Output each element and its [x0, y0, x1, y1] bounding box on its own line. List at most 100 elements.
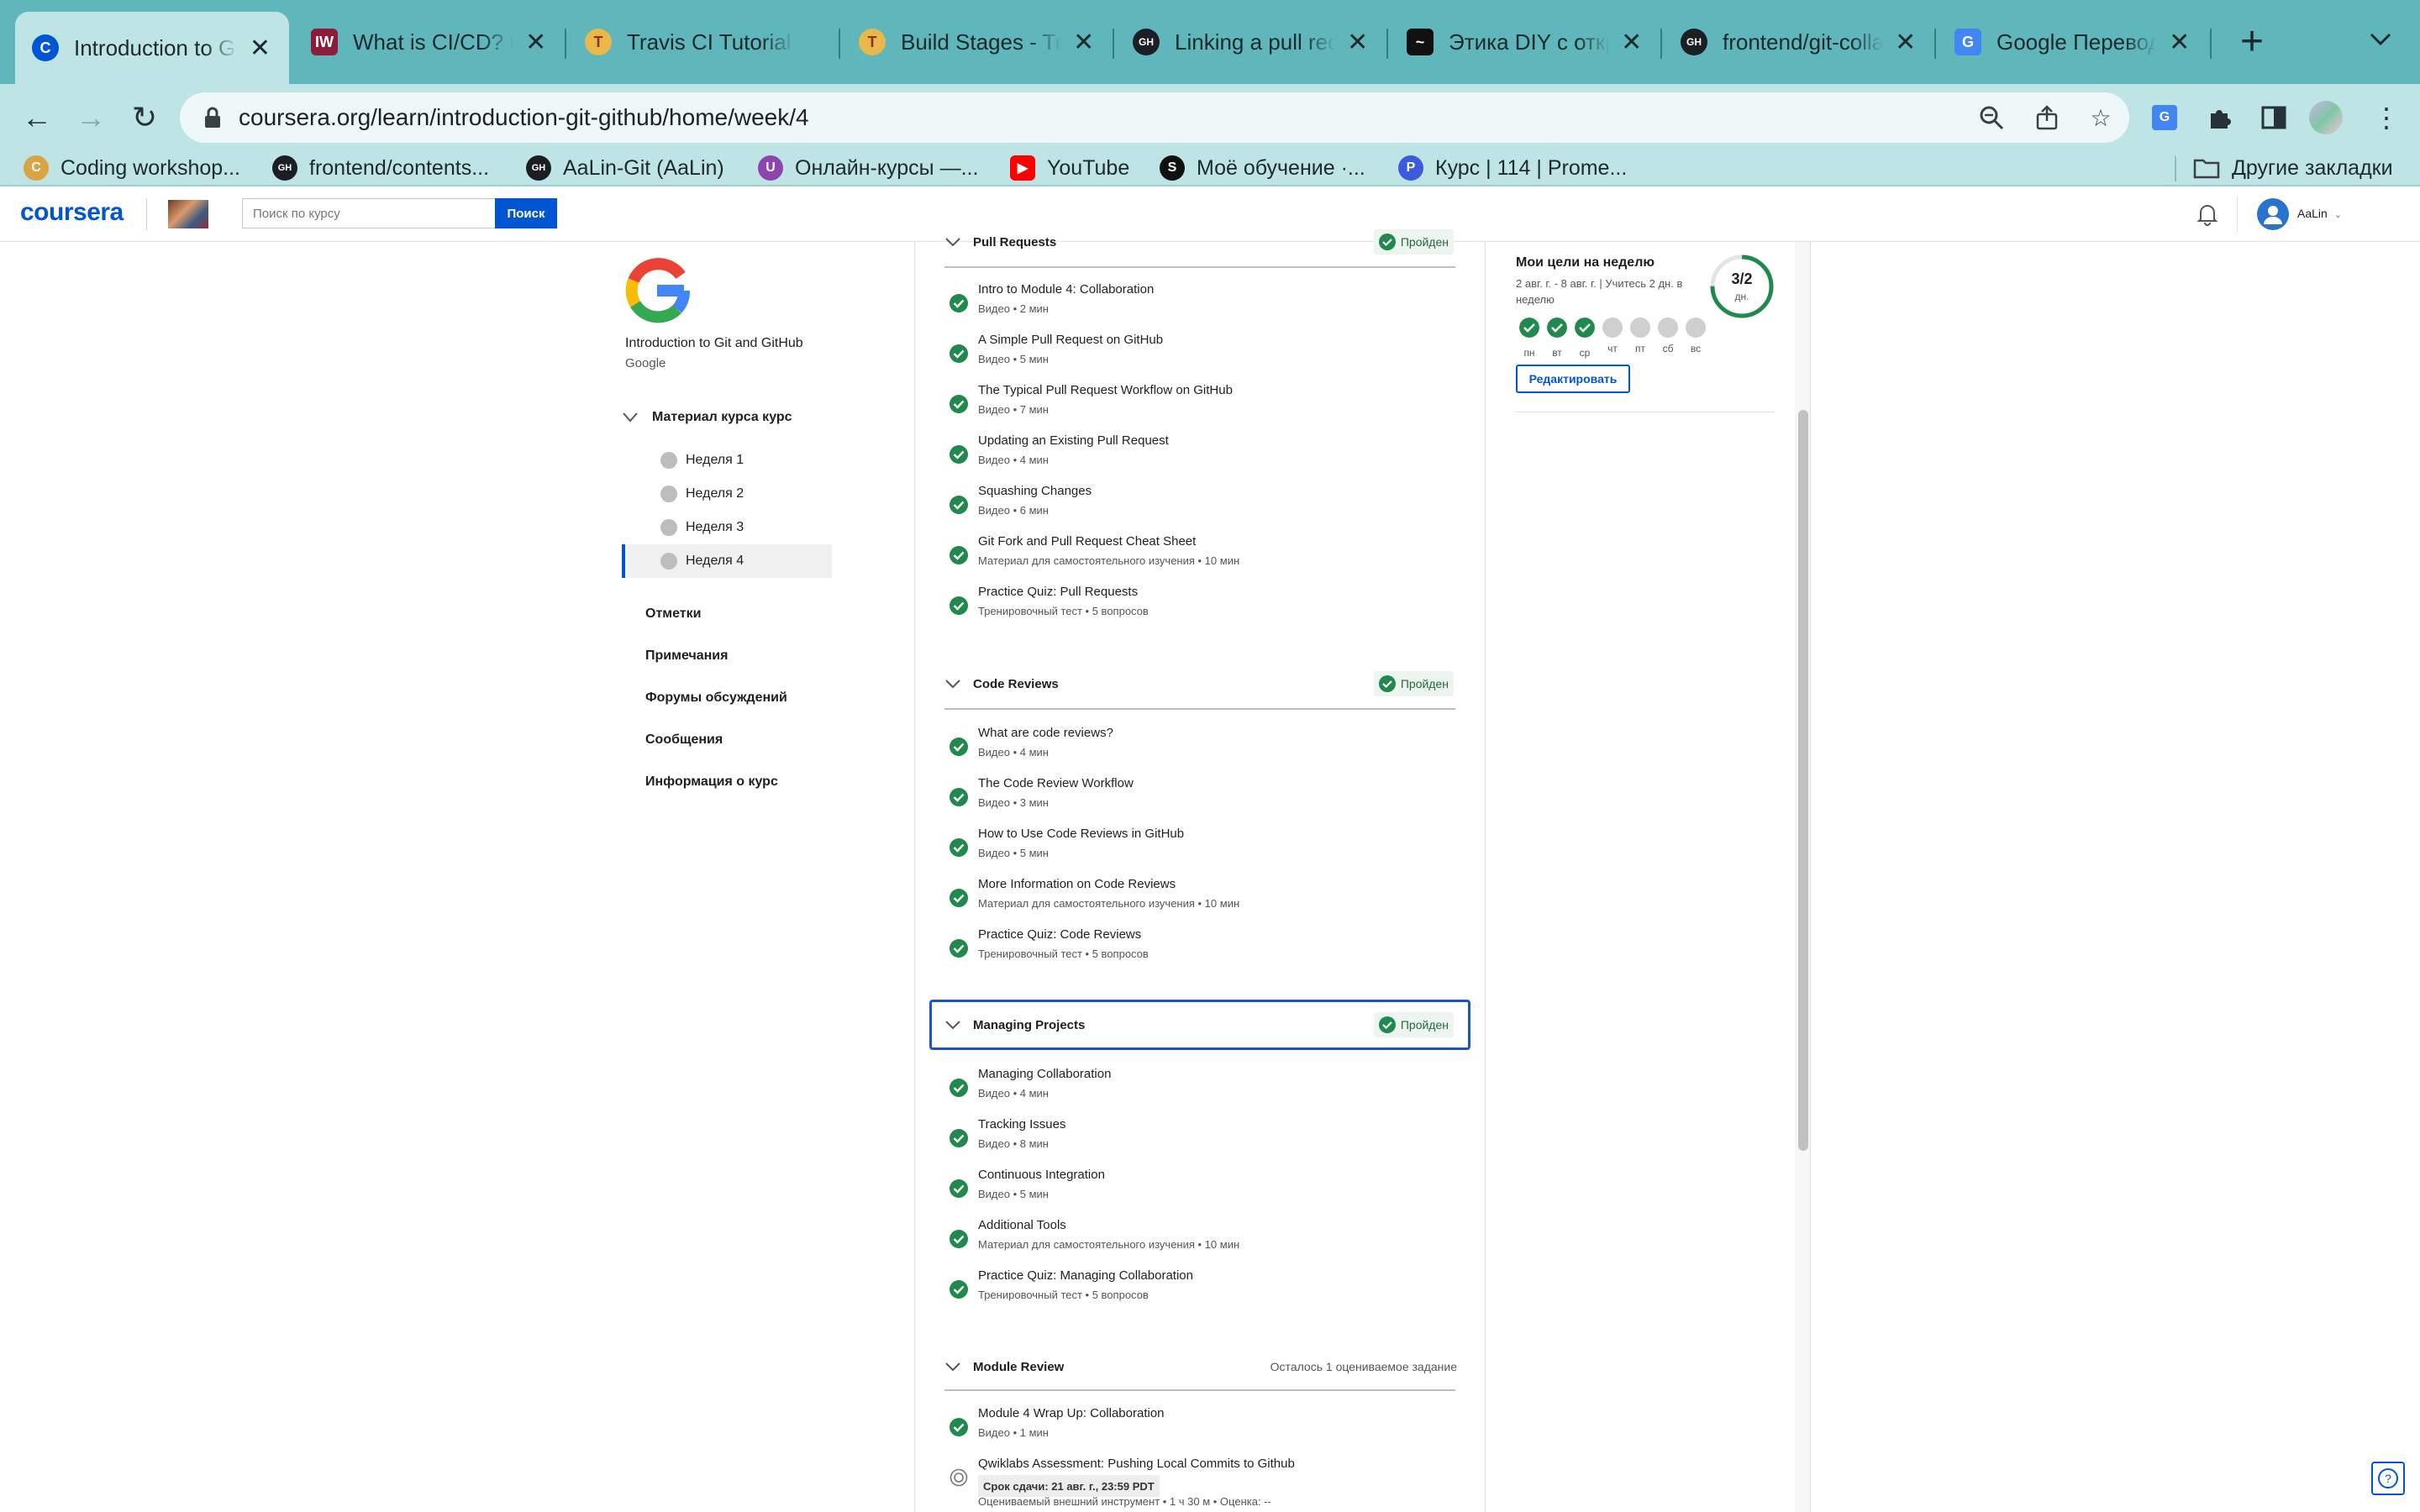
day-label: вс [1690, 343, 1702, 354]
item-tracking-issues[interactable]: Tracking Issues Видео • 8 мин [944, 1117, 1449, 1159]
nav-week-3[interactable]: Неделя 3 [622, 511, 832, 544]
chevron-down-icon [945, 1021, 960, 1030]
extensions-puzzle-icon[interactable] [2203, 101, 2237, 134]
item-squashing-changes[interactable]: Squashing Changes Видео • 6 мин [944, 484, 1449, 526]
bookmark-my-learning[interactable]: S Моё обучение ·... [1160, 151, 1365, 185]
item-what-are-code-reviews[interactable]: What are code reviews? Видео • 4 мин [944, 726, 1449, 768]
tab-google-translate[interactable]: G Google Переводчик ✕ [1938, 12, 2208, 72]
tab-separator [2210, 29, 2212, 59]
bookmark-coding-workshop[interactable]: C Coding workshop... [24, 151, 240, 185]
nav-notes[interactable]: Примечания [645, 648, 728, 664]
close-tab-icon[interactable]: ✕ [1071, 28, 1096, 57]
bookmark-youtube[interactable]: ▶ YouTube [1010, 151, 1129, 185]
chevron-down-icon [945, 1362, 960, 1372]
item-title: Updating an Existing Pull Request [978, 433, 1169, 448]
bookmark-label: Курс | 114 | Prome... [1435, 155, 1628, 180]
item-meta: Оцениваемый внешний инструмент • 1 ч 30 … [978, 1495, 1271, 1508]
nav-week-1[interactable]: Неделя 1 [622, 444, 832, 477]
item-updating-pr[interactable]: Updating an Existing Pull Request Видео … [944, 433, 1449, 475]
help-question-icon: ? [2378, 1468, 2398, 1488]
bookmark-online-courses[interactable]: U Онлайн-курсы —... [758, 151, 978, 185]
address-bar[interactable]: coursera.org/learn/introduction-git-gith… [180, 92, 2129, 143]
close-tab-icon[interactable]: ✕ [2167, 28, 2191, 57]
other-bookmarks-folder[interactable]: Другие закладки [2193, 151, 2393, 185]
item-continuous-integration[interactable]: Continuous Integration Видео • 5 мин [944, 1168, 1449, 1210]
item-quiz-managing-collaboration[interactable]: Practice Quiz: Managing Collaboration Тр… [944, 1268, 1449, 1310]
item-code-reviews-github[interactable]: How to Use Code Reviews in GitHub Видео … [944, 827, 1449, 869]
course-material-toggle[interactable]: Материал курса курс [622, 410, 792, 425]
bookmark-star-icon[interactable]: ☆ [2084, 101, 2118, 134]
tab-what-is-cicd[interactable]: IW What is CI/CD? Continuous ✕ [294, 12, 565, 72]
new-tab-icon[interactable]: + [2235, 18, 2269, 65]
bookmark-aalin-git[interactable]: GH AaLin-Git (AaLin) [526, 151, 724, 185]
check-circle-icon [950, 1418, 968, 1436]
item-fork-cheat-sheet[interactable]: Git Fork and Pull Request Cheat Sheet Ма… [944, 534, 1449, 576]
bookmark-label: Моё обучение ·... [1197, 155, 1365, 180]
reload-icon[interactable]: ↻ [124, 97, 165, 138]
nav-course-info[interactable]: Информация о курс [645, 774, 778, 790]
item-title: Intro to Module 4: Collaboration [978, 282, 1155, 297]
tab-title: What is CI/CD? Continuous [353, 29, 513, 55]
browser-menu-kebab-icon[interactable]: ⋮ [2370, 101, 2403, 134]
tab-separator [1660, 29, 1662, 59]
tab-search-chevron-icon[interactable] [2370, 25, 2391, 52]
svg-text:?: ? [2385, 1472, 2391, 1485]
tab-build-stages[interactable]: T Build Stages - Travis CI ✕ [842, 12, 1113, 72]
item-more-info-code-reviews[interactable]: More Information on Code Reviews Материа… [944, 877, 1449, 919]
tab-frontend-git-collab[interactable]: GH frontend/git-collab ✕ [1664, 12, 1934, 72]
close-tab-icon[interactable]: ✕ [523, 28, 548, 57]
share-icon[interactable] [2030, 101, 2064, 134]
zoom-icon[interactable] [1975, 101, 2008, 134]
bookmark-course-114[interactable]: P Курс | 114 | Prome... [1398, 151, 1627, 185]
close-tab-icon[interactable]: ✕ [248, 34, 272, 63]
tab-title: Introduction to Git and GitHub [74, 34, 238, 60]
forward-arrow-icon[interactable]: → [71, 97, 111, 138]
tab-travis-ci-tutorial[interactable]: T Travis CI Tutorial - Java [568, 12, 839, 72]
tab-separator [565, 29, 566, 59]
nav-discussion-forums[interactable]: Форумы обсуждений [645, 690, 787, 706]
tab-linking-pull-request[interactable]: GH Linking a pull request ✕ [1116, 12, 1386, 72]
nav-week-2[interactable]: Неделя 2 [622, 477, 832, 511]
tab-introduction-to-git[interactable]: C Introduction to Git and GitHub ✕ [15, 12, 289, 84]
item-typical-pr-workflow[interactable]: The Typical Pull Request Workflow on Git… [944, 383, 1449, 425]
check-circle-icon [1519, 318, 1539, 338]
item-title: Additional Tools [978, 1218, 1066, 1232]
item-managing-collaboration[interactable]: Managing Collaboration Видео • 4 мин [944, 1067, 1449, 1109]
item-quiz-pull-requests[interactable]: Practice Quiz: Pull Requests Тренировочн… [944, 585, 1449, 627]
close-tab-icon[interactable]: ✕ [1345, 28, 1370, 57]
bookmark-frontend-contents[interactable]: GH frontend/contents... [272, 151, 489, 185]
check-circle-icon [950, 1280, 968, 1299]
nav-messages[interactable]: Сообщения [645, 732, 723, 748]
bookmark-favicon-icon: S [1160, 155, 1185, 181]
day-empty-circle [1658, 318, 1678, 338]
back-arrow-icon[interactable]: ← [17, 97, 57, 138]
item-intro-module-4[interactable]: Intro to Module 4: Collaboration Видео •… [944, 282, 1449, 324]
goal-day-tue: вт [1547, 318, 1569, 359]
edit-goals-button[interactable]: Редактировать [1516, 365, 1630, 393]
side-panel-icon[interactable] [2257, 101, 2291, 134]
item-additional-tools[interactable]: Additional Tools Материал для самостояте… [944, 1218, 1449, 1260]
google-translate-extension-icon[interactable]: G [2148, 101, 2181, 134]
section-title: Module Review [973, 1359, 1065, 1374]
item-simple-pull-request[interactable]: A Simple Pull Request on GitHub Видео • … [944, 333, 1449, 375]
close-tab-icon[interactable]: ✕ [1619, 28, 1644, 57]
week-status-icon [660, 519, 677, 536]
section-header-code-reviews[interactable]: Code Reviews Пройден [929, 659, 1470, 709]
item-meta: Видео • 4 мин [978, 454, 1049, 466]
bookmark-label: frontend/contents... [309, 155, 490, 180]
profile-avatar-icon[interactable] [2309, 101, 2343, 134]
nav-grades[interactable]: Отметки [645, 606, 701, 622]
bookmark-label: Coding workshop... [60, 155, 241, 180]
nav-week-4[interactable]: Неделя 4 [622, 544, 832, 578]
weekly-goals-subtitle: 2 авг. г. - 8 авг. г. | Учитесь 2 дн. в … [1516, 277, 1683, 306]
github-icon: GH [272, 155, 297, 181]
section-header-managing-projects[interactable]: Managing Projects Пройден [929, 1000, 1470, 1050]
tab-diy-ethics[interactable]: ~ Этика DIY с открытым ✕ [1390, 12, 1660, 72]
section-header-module-review[interactable]: Module Review Осталось 1 оцениваемое зад… [929, 1341, 1470, 1392]
item-quiz-code-reviews[interactable]: Practice Quiz: Code Reviews Тренировочны… [944, 927, 1449, 969]
help-button[interactable]: ? [2371, 1462, 2405, 1495]
item-module-4-wrap-up[interactable]: Module 4 Wrap Up: Collaboration Видео • … [944, 1406, 1449, 1448]
item-code-review-workflow[interactable]: The Code Review Workflow Видео • 3 мин [944, 776, 1449, 818]
scrollbar-thumb[interactable] [1798, 410, 1808, 1151]
close-tab-icon[interactable]: ✕ [1893, 28, 1918, 57]
